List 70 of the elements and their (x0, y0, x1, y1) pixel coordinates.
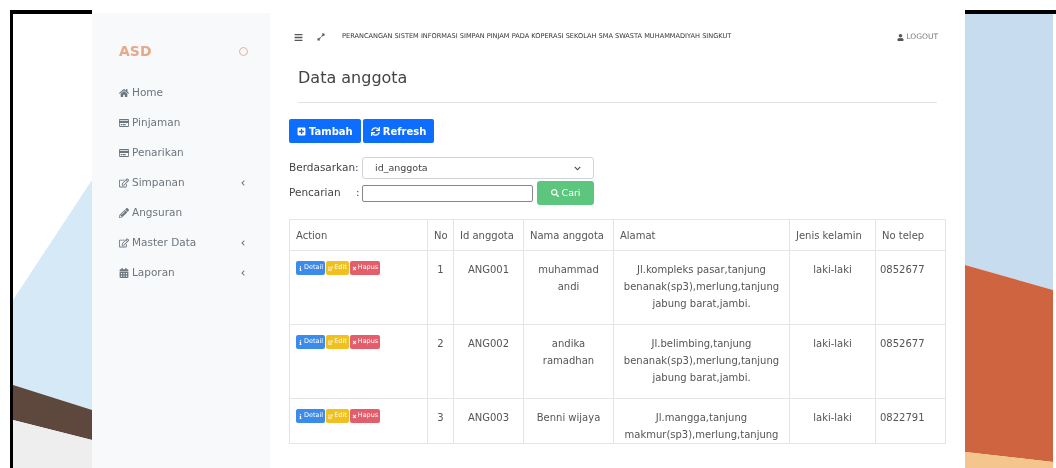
filter-select[interactable]: id_anggota (362, 157, 594, 179)
toolbar-button[interactable]: Refresh (362, 119, 435, 143)
edit-icon (119, 238, 129, 248)
page-title: Data anggota (298, 67, 409, 89)
column-header: No (427, 219, 454, 251)
sidebar-label: Home (132, 85, 163, 101)
calendar-icon (119, 268, 129, 278)
column-header: Jenis kelamin (789, 219, 876, 251)
table-cell: 0822791 (875, 398, 946, 444)
table-cell: muhammad andi (523, 250, 614, 325)
sidebar-item[interactable]: Simpanan (119, 174, 254, 192)
table-cell: 3 (427, 398, 454, 444)
sidebar-label: Master Data (132, 235, 197, 251)
sidebar-label: Pinjaman (132, 115, 181, 131)
table-cell: ANG002 (453, 324, 524, 399)
refresh-icon (370, 126, 380, 136)
toolbar-button[interactable]: Tambah (289, 119, 361, 143)
sidebar-label: Simpanan (132, 175, 185, 191)
column-header: Action (289, 219, 428, 251)
info-icon (298, 339, 303, 345)
table-cell: laki-laki (789, 398, 876, 444)
home-icon (119, 88, 129, 98)
search-field[interactable] (362, 184, 533, 202)
table-cell: Jl.mangga,tanjung makmur(sp3),merlung,tanjung (613, 398, 790, 444)
edit-icon (328, 339, 334, 345)
table-cell: 2 (427, 324, 454, 399)
pencil-icon (119, 208, 129, 218)
info-icon (298, 413, 303, 419)
close-icon (351, 265, 357, 271)
column-header: No telep (875, 219, 946, 251)
edit-icon (328, 413, 334, 419)
table-cell: 0852677 (875, 324, 946, 399)
sidebar-item[interactable]: Pinjaman (119, 114, 254, 132)
sidebar-label: Angsuran (132, 205, 183, 221)
caret-icon (574, 164, 581, 172)
table-cell: 0852677 (875, 250, 946, 325)
sidebar-label: Laporan (132, 265, 175, 281)
edit-icon (119, 178, 129, 188)
expand-icon[interactable] (317, 33, 325, 41)
table-cell: laki-laki (789, 250, 876, 325)
close-icon (351, 339, 357, 345)
sidebar-item[interactable]: Penarikan (119, 144, 254, 162)
table-cell: Jl.belimbing,tanjung benanak(sp3),merlung,tanjung jabung barat,jambi. (613, 324, 790, 399)
table-cell: laki-laki (789, 324, 876, 399)
sidebar-item[interactable]: Home (119, 84, 254, 102)
search-label: Pencarian (289, 185, 342, 201)
card-icon (119, 118, 129, 128)
sidebar-label: Penarikan (132, 145, 184, 161)
column-header: Alamat (613, 219, 790, 251)
table-cell: ANG003 (453, 398, 524, 444)
table-cell: ANG001 (453, 250, 524, 325)
sidebar-item[interactable]: Laporan (119, 264, 254, 282)
plus-icon (297, 126, 306, 136)
table-cell: Benni wijaya (523, 398, 614, 444)
edit-icon (328, 265, 334, 271)
user-icon (897, 33, 905, 41)
table-cell: andika ramadhan (523, 324, 614, 399)
column-header: Nama anggota (523, 219, 614, 251)
table-cell: Jl.kompleks pasar,tanjung benanak(sp3),merlung,tanjung jabung barat,jambi. (613, 250, 790, 325)
column-header: Id anggota (453, 219, 524, 251)
info-icon (298, 265, 303, 271)
menu-icon[interactable] (294, 32, 303, 42)
card-icon (119, 148, 129, 158)
sidebar-item[interactable]: Angsuran (119, 204, 254, 222)
search-icon (550, 189, 559, 197)
sidebar-item[interactable]: Master Data (119, 234, 254, 252)
close-icon (351, 413, 357, 419)
table-cell: 1 (427, 250, 454, 325)
filter-label: Berdasarkan: (289, 160, 360, 176)
separator-text: : (356, 185, 361, 201)
